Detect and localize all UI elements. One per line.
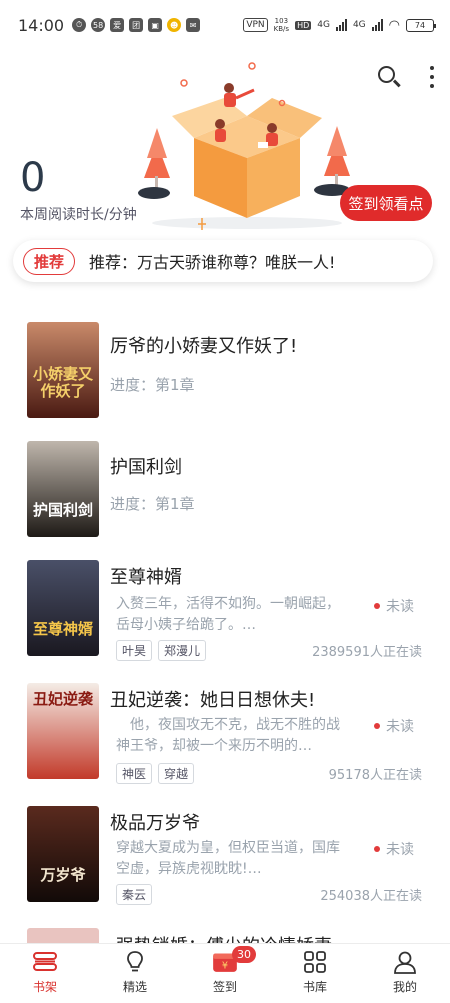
book-cover[interactable] <box>27 928 99 944</box>
book-tag[interactable]: 秦云 <box>116 884 153 905</box>
unread-status: 未读 <box>374 716 414 736</box>
weekly-read-label: 本周阅读时长/分钟 <box>20 207 137 223</box>
book-tags: 秦云 <box>116 884 153 905</box>
svg-text:¥: ¥ <box>222 961 228 972</box>
book-cover: 丑妃逆袭 <box>27 683 99 779</box>
wifi-icon: ◠ <box>388 17 400 33</box>
reader-count: 2389591人正在读 <box>312 645 422 660</box>
nav-label: 书库 <box>302 980 327 994</box>
grid-icon <box>304 951 326 973</box>
search-icon[interactable] <box>376 64 402 90</box>
status-bar: 14:00 ⏱ 58 爱 团 ▣ ☻ ✉ VPN 103 KB/s HD 4G 4… <box>0 0 450 50</box>
signin-count-badge: 30 <box>232 946 256 963</box>
signal-4g-label: 4G <box>317 20 330 30</box>
book-item[interactable]: 万岁爷 极品万岁爷 穿越大夏成为皇，但权臣当道，国库空虚，异族虎视眈眈!… 未读… <box>0 806 450 911</box>
nav-signin[interactable]: ¥ 签到 <box>180 944 270 1003</box>
app-58-icon: 58 <box>91 18 106 32</box>
status-notification-icons: ⏱ 58 爱 团 ▣ ☻ ✉ <box>72 18 201 32</box>
book-cover: 小娇妻又作妖了 <box>27 322 99 418</box>
nav-label: 我的 <box>392 980 417 994</box>
book-title: 厉爷的小娇妻又作妖了! <box>110 336 298 357</box>
nav-featured[interactable]: 精选 <box>90 944 180 1003</box>
header-actions <box>376 64 436 90</box>
book-tags: 神医 穿越 <box>116 763 195 784</box>
person-icon <box>394 951 416 974</box>
emoji-icon: ☻ <box>167 18 182 32</box>
nav-label: 签到 <box>212 980 237 994</box>
notification-icon: ⏱ <box>72 18 87 32</box>
app-ai-icon: 爱 <box>110 18 125 32</box>
reader-count: 95178人正在读 <box>328 768 422 783</box>
more-icon[interactable] <box>428 64 436 90</box>
mail-icon: ✉ <box>186 18 201 32</box>
book-item[interactable]: 护国利剑 护国利剑 进度：第1章 <box>0 441 450 541</box>
book-item[interactable]: 丑妃逆袭 丑妃逆袭：她日日想休夫! 他，夜国攻无不克，战无不胜的战神王爷，却被一… <box>0 683 450 788</box>
unread-status: 未读 <box>374 596 414 616</box>
book-item[interactable]: 小娇妻又作妖了 厉爷的小娇妻又作妖了! 进度：第1章 <box>0 322 450 422</box>
recommend-text: 推荐：万古天骄谁称尊？唯朕一人! <box>89 253 336 272</box>
net-speed: 103 KB/s <box>273 17 290 33</box>
nav-label: 书架 <box>32 980 57 994</box>
book-tag[interactable]: 神医 <box>116 763 153 784</box>
book-tag[interactable]: 郑漫儿 <box>158 640 207 661</box>
signin-reward-button[interactable]: 签到领看点 <box>340 185 432 221</box>
book-tag[interactable]: 穿越 <box>158 763 195 784</box>
nav-label: 精选 <box>122 980 147 994</box>
battery-icon: 74 <box>406 18 436 32</box>
unread-status: 未读 <box>374 839 414 859</box>
signal-bars-icon-2 <box>371 19 383 31</box>
book-tag[interactable]: 叶昊 <box>116 640 153 661</box>
book-title: 护国利剑 <box>110 457 182 478</box>
book-description: 入赘三年，活得不如狗。一朝崛起，岳母小姨子给跪了。… <box>116 596 340 633</box>
gift-box-illustration <box>138 62 350 230</box>
book-title: 至尊神婿 <box>110 567 182 588</box>
bookshelf-icon <box>33 952 57 971</box>
recommend-bar[interactable]: 推荐 推荐：万古天骄谁称尊？唯朕一人! <box>13 240 433 282</box>
signal-4g-label-2: 4G <box>352 20 366 30</box>
recommend-badge: 推荐 <box>23 247 76 275</box>
book-description: 他，夜国攻无不克，战无不胜的战神王爷，却被一个来历不明的… <box>116 717 340 754</box>
lightbulb-icon <box>127 951 143 972</box>
vpn-indicator: VPN <box>243 18 268 32</box>
nav-profile[interactable]: 我的 <box>360 944 450 1003</box>
book-cover: 护国利剑 <box>27 441 99 537</box>
book-progress: 进度：第1章 <box>110 495 195 513</box>
reader-count: 254038人正在读 <box>320 889 422 904</box>
bottom-nav: 书架 精选 ¥ 签到 书库 我的 <box>0 943 450 1003</box>
book-title: 极品万岁爷 <box>110 813 200 834</box>
book-description: 穿越大夏成为皇，但权臣当道，国库空虚，异族虎视眈眈!… <box>116 840 340 877</box>
app-tuan-icon: 团 <box>129 18 144 32</box>
nav-library[interactable]: 书库 <box>270 944 360 1003</box>
app-qr-icon: ▣ <box>148 18 163 32</box>
book-tags: 叶昊 郑漫儿 <box>116 640 207 661</box>
status-system-icons: VPN 103 KB/s HD 4G 4G ◠ 74 <box>243 17 436 33</box>
book-progress: 进度：第1章 <box>110 376 195 394</box>
status-time: 14:00 <box>18 15 65 35</box>
book-item[interactable]: 至尊神婿 至尊神婿 入赘三年，活得不如狗。一朝崛起，岳母小姨子给跪了。… 未读 … <box>0 560 450 665</box>
book-title: 丑妃逆袭：她日日想休夫! <box>110 690 316 711</box>
nav-bookshelf[interactable]: 书架 <box>0 944 90 1003</box>
signal-bars-icon <box>335 19 347 31</box>
book-cover: 至尊神婿 <box>27 560 99 656</box>
hd-indicator: HD <box>295 20 312 30</box>
weekly-read-minutes: 0 <box>20 155 46 201</box>
book-cover: 万岁爷 <box>27 806 99 902</box>
